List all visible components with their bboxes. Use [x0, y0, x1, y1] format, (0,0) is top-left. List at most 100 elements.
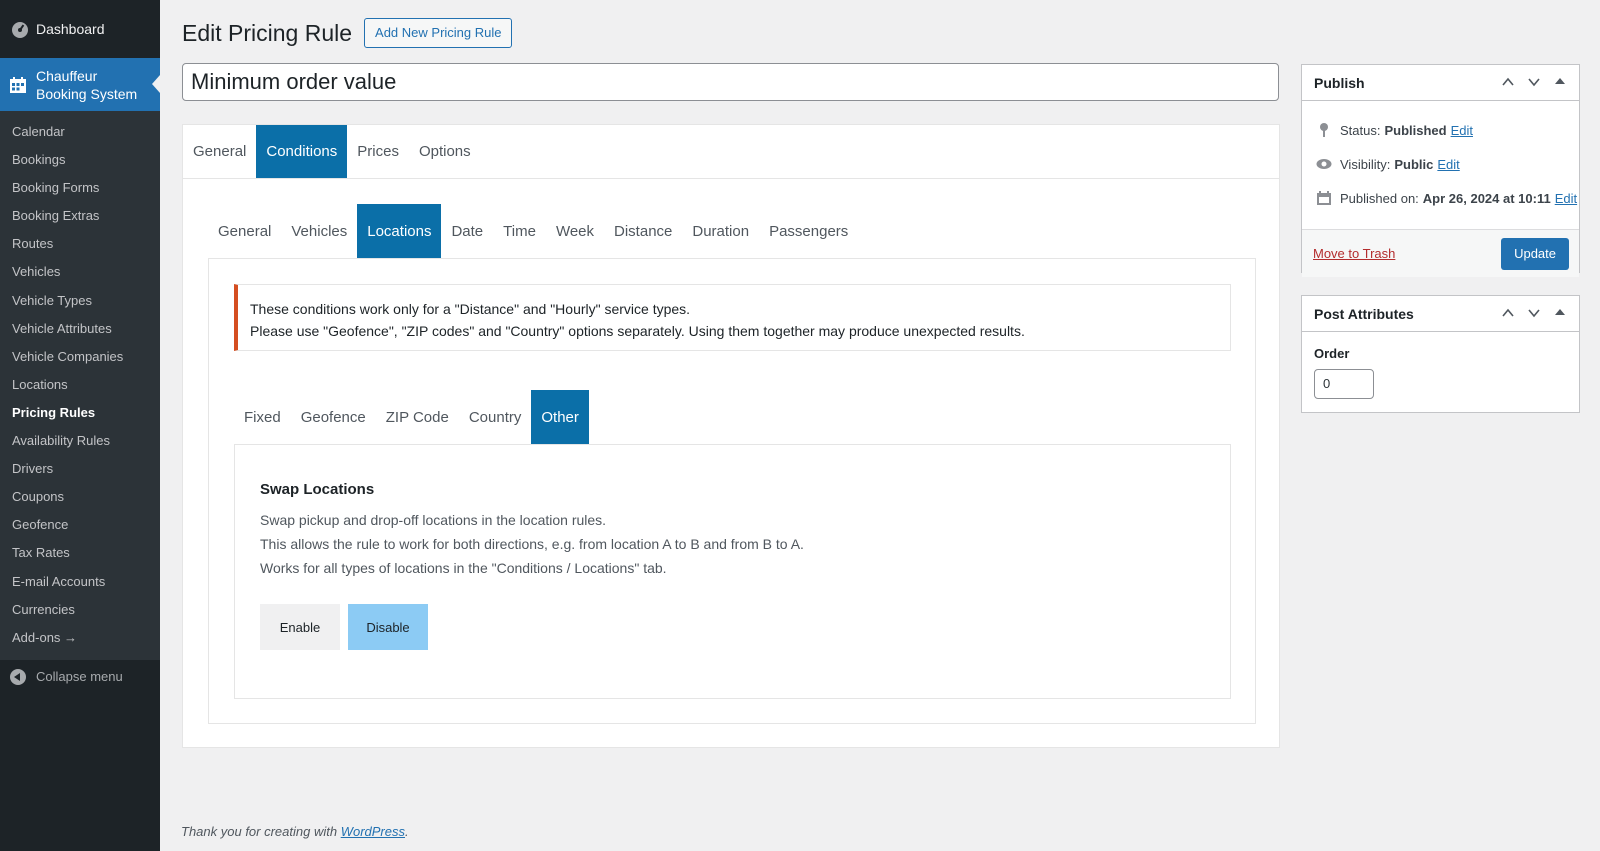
active-menu-arrow: [152, 75, 160, 93]
publish-box-body: Status: Published Edit Visibility: Publi…: [1302, 101, 1579, 277]
move-down-icon[interactable]: [1521, 306, 1547, 320]
tab-location-other[interactable]: Other: [531, 390, 589, 444]
publish-box-header: Publish: [1302, 65, 1579, 101]
other-panel: Swap Locations Swap pickup and drop-off …: [234, 444, 1231, 699]
post-attributes-header: Post Attributes: [1302, 296, 1579, 332]
sidebar-item-email-accounts[interactable]: E-mail Accounts: [0, 568, 160, 596]
sidebar-item-chauffeur-booking-system[interactable]: Chauffeur Booking System: [0, 58, 160, 111]
move-to-trash-link[interactable]: Move to Trash: [1313, 246, 1395, 261]
publish-actions: Move to Trash Update: [1302, 229, 1579, 277]
tab-condition-passengers[interactable]: Passengers: [759, 204, 858, 258]
sidebar-item-drivers[interactable]: Drivers: [0, 455, 160, 483]
tab-general[interactable]: General: [183, 125, 256, 178]
wordpress-link[interactable]: WordPress: [341, 824, 405, 839]
status-label: Status:: [1340, 122, 1381, 138]
notice-line-1: These conditions work only for a "Distan…: [250, 301, 691, 317]
tab-condition-vehicles[interactable]: Vehicles: [281, 204, 357, 258]
location-tabs: Fixed Geofence ZIP Code Country Other: [234, 390, 589, 444]
tab-conditions[interactable]: Conditions: [256, 125, 348, 178]
status-row: Status: Published Edit: [1302, 113, 1579, 147]
locations-panel: These conditions work only for a "Distan…: [208, 258, 1256, 724]
edit-date-link[interactable]: Edit: [1555, 191, 1577, 206]
publish-title: Publish: [1314, 74, 1365, 91]
pricing-rule-editor: General Conditions Prices Options Genera…: [182, 124, 1280, 748]
disable-button[interactable]: Disable: [348, 604, 428, 650]
toggle-panel-icon[interactable]: [1547, 75, 1573, 89]
update-button[interactable]: Update: [1501, 237, 1569, 270]
sidebar-item-vehicles[interactable]: Vehicles: [0, 258, 160, 286]
tab-prices[interactable]: Prices: [347, 125, 409, 178]
published-on-label: Published on:: [1340, 190, 1419, 206]
sidebar-submenu: Calendar Bookings Booking Forms Booking …: [0, 111, 160, 660]
sidebar-item-locations[interactable]: Locations: [0, 371, 160, 399]
swap-desc-1: Swap pickup and drop-off locations in th…: [260, 512, 607, 528]
sidebar-item-vehicle-types[interactable]: Vehicle Types: [0, 287, 160, 315]
tab-location-geofence[interactable]: Geofence: [291, 390, 376, 444]
post-attributes-controls: [1495, 306, 1573, 320]
swap-toggle-group: Enable Disable: [260, 604, 1205, 650]
sidebar-item-tax-rates[interactable]: Tax Rates: [0, 539, 160, 567]
collapse-menu-button[interactable]: Collapse menu: [0, 660, 160, 694]
sidebar-item-vehicle-companies[interactable]: Vehicle Companies: [0, 343, 160, 371]
order-label: Order: [1314, 346, 1350, 361]
sidebar-item-pricing-rules[interactable]: Pricing Rules: [0, 399, 160, 427]
edit-status-link[interactable]: Edit: [1451, 123, 1473, 138]
sidebar-item-availability-rules[interactable]: Availability Rules: [0, 427, 160, 455]
tab-condition-general[interactable]: General: [208, 204, 281, 258]
eye-icon: [1316, 159, 1332, 169]
post-attributes-body: Order 0: [1302, 332, 1579, 411]
collapse-label: Collapse menu: [36, 669, 123, 685]
toggle-panel-icon[interactable]: [1547, 306, 1573, 320]
sidebar-item-dashboard[interactable]: Dashboard: [0, 0, 160, 58]
post-title-input[interactable]: Minimum order value: [182, 63, 1279, 101]
status-value: Published: [1384, 122, 1447, 138]
sidebar-item-routes[interactable]: Routes: [0, 230, 160, 258]
sidebar-item-geofence[interactable]: Geofence: [0, 511, 160, 539]
edit-visibility-link[interactable]: Edit: [1437, 157, 1459, 172]
sidebar-item-label: Dashboard: [36, 21, 105, 37]
dashboard-icon: [12, 22, 28, 38]
tab-condition-week[interactable]: Week: [546, 204, 604, 258]
tab-location-country[interactable]: Country: [459, 390, 532, 444]
published-on-row: Published on: Apr 26, 2024 at 10:11 Edit: [1302, 181, 1579, 215]
footer: Thank you for creating with WordPress.: [181, 824, 409, 839]
add-new-pricing-rule-button[interactable]: Add New Pricing Rule: [364, 18, 513, 48]
published-on-value: Apr 26, 2024 at 10:11: [1422, 190, 1551, 206]
swap-locations-title: Swap Locations: [260, 481, 375, 498]
move-down-icon[interactable]: [1521, 75, 1547, 89]
tab-condition-time[interactable]: Time: [493, 204, 546, 258]
notice-line-2: Please use "Geofence", "ZIP codes" and "…: [250, 323, 1025, 339]
tab-condition-distance[interactable]: Distance: [604, 204, 682, 258]
sidebar-item-coupons[interactable]: Coupons: [0, 483, 160, 511]
visibility-row: Visibility: Public Edit: [1302, 147, 1579, 181]
tab-location-fixed[interactable]: Fixed: [234, 390, 291, 444]
swap-desc-2: This allows the rule to work for both di…: [260, 536, 804, 552]
admin-sidebar: Dashboard Chauffeur Booking System Calen…: [0, 0, 160, 851]
visibility-value: Public: [1394, 156, 1434, 172]
enable-button[interactable]: Enable: [260, 604, 340, 650]
sidebar-item-bookings[interactable]: Bookings: [0, 146, 160, 174]
tab-condition-locations[interactable]: Locations: [357, 204, 442, 258]
condition-tabs: General Vehicles Locations Date Time Wee…: [208, 204, 858, 258]
footer-end: .: [405, 824, 409, 839]
tab-condition-date[interactable]: Date: [441, 204, 493, 258]
tab-condition-duration[interactable]: Duration: [682, 204, 759, 258]
visibility-label: Visibility:: [1340, 156, 1391, 172]
move-up-icon[interactable]: [1495, 306, 1521, 320]
sidebar-item-label: Chauffeur Booking System: [36, 67, 138, 102]
sidebar-item-booking-forms[interactable]: Booking Forms: [0, 174, 160, 202]
order-input[interactable]: 0: [1314, 369, 1374, 399]
calendar-icon: [10, 76, 26, 93]
sidebar-item-booking-extras[interactable]: Booking Extras: [0, 202, 160, 230]
sidebar-item-currencies[interactable]: Currencies: [0, 596, 160, 624]
post-attributes-title: Post Attributes: [1314, 305, 1414, 322]
pin-icon: [1320, 123, 1328, 137]
sidebar-item-add-ons[interactable]: Add-ons →: [0, 624, 160, 652]
sidebar-item-calendar[interactable]: Calendar: [0, 118, 160, 146]
page-header: Edit Pricing Rule Add New Pricing Rule: [182, 18, 513, 48]
move-up-icon[interactable]: [1495, 75, 1521, 89]
tab-location-zip-code[interactable]: ZIP Code: [376, 390, 459, 444]
tab-options[interactable]: Options: [409, 125, 481, 178]
page-title: Edit Pricing Rule: [182, 19, 353, 46]
sidebar-item-vehicle-attributes[interactable]: Vehicle Attributes: [0, 315, 160, 343]
